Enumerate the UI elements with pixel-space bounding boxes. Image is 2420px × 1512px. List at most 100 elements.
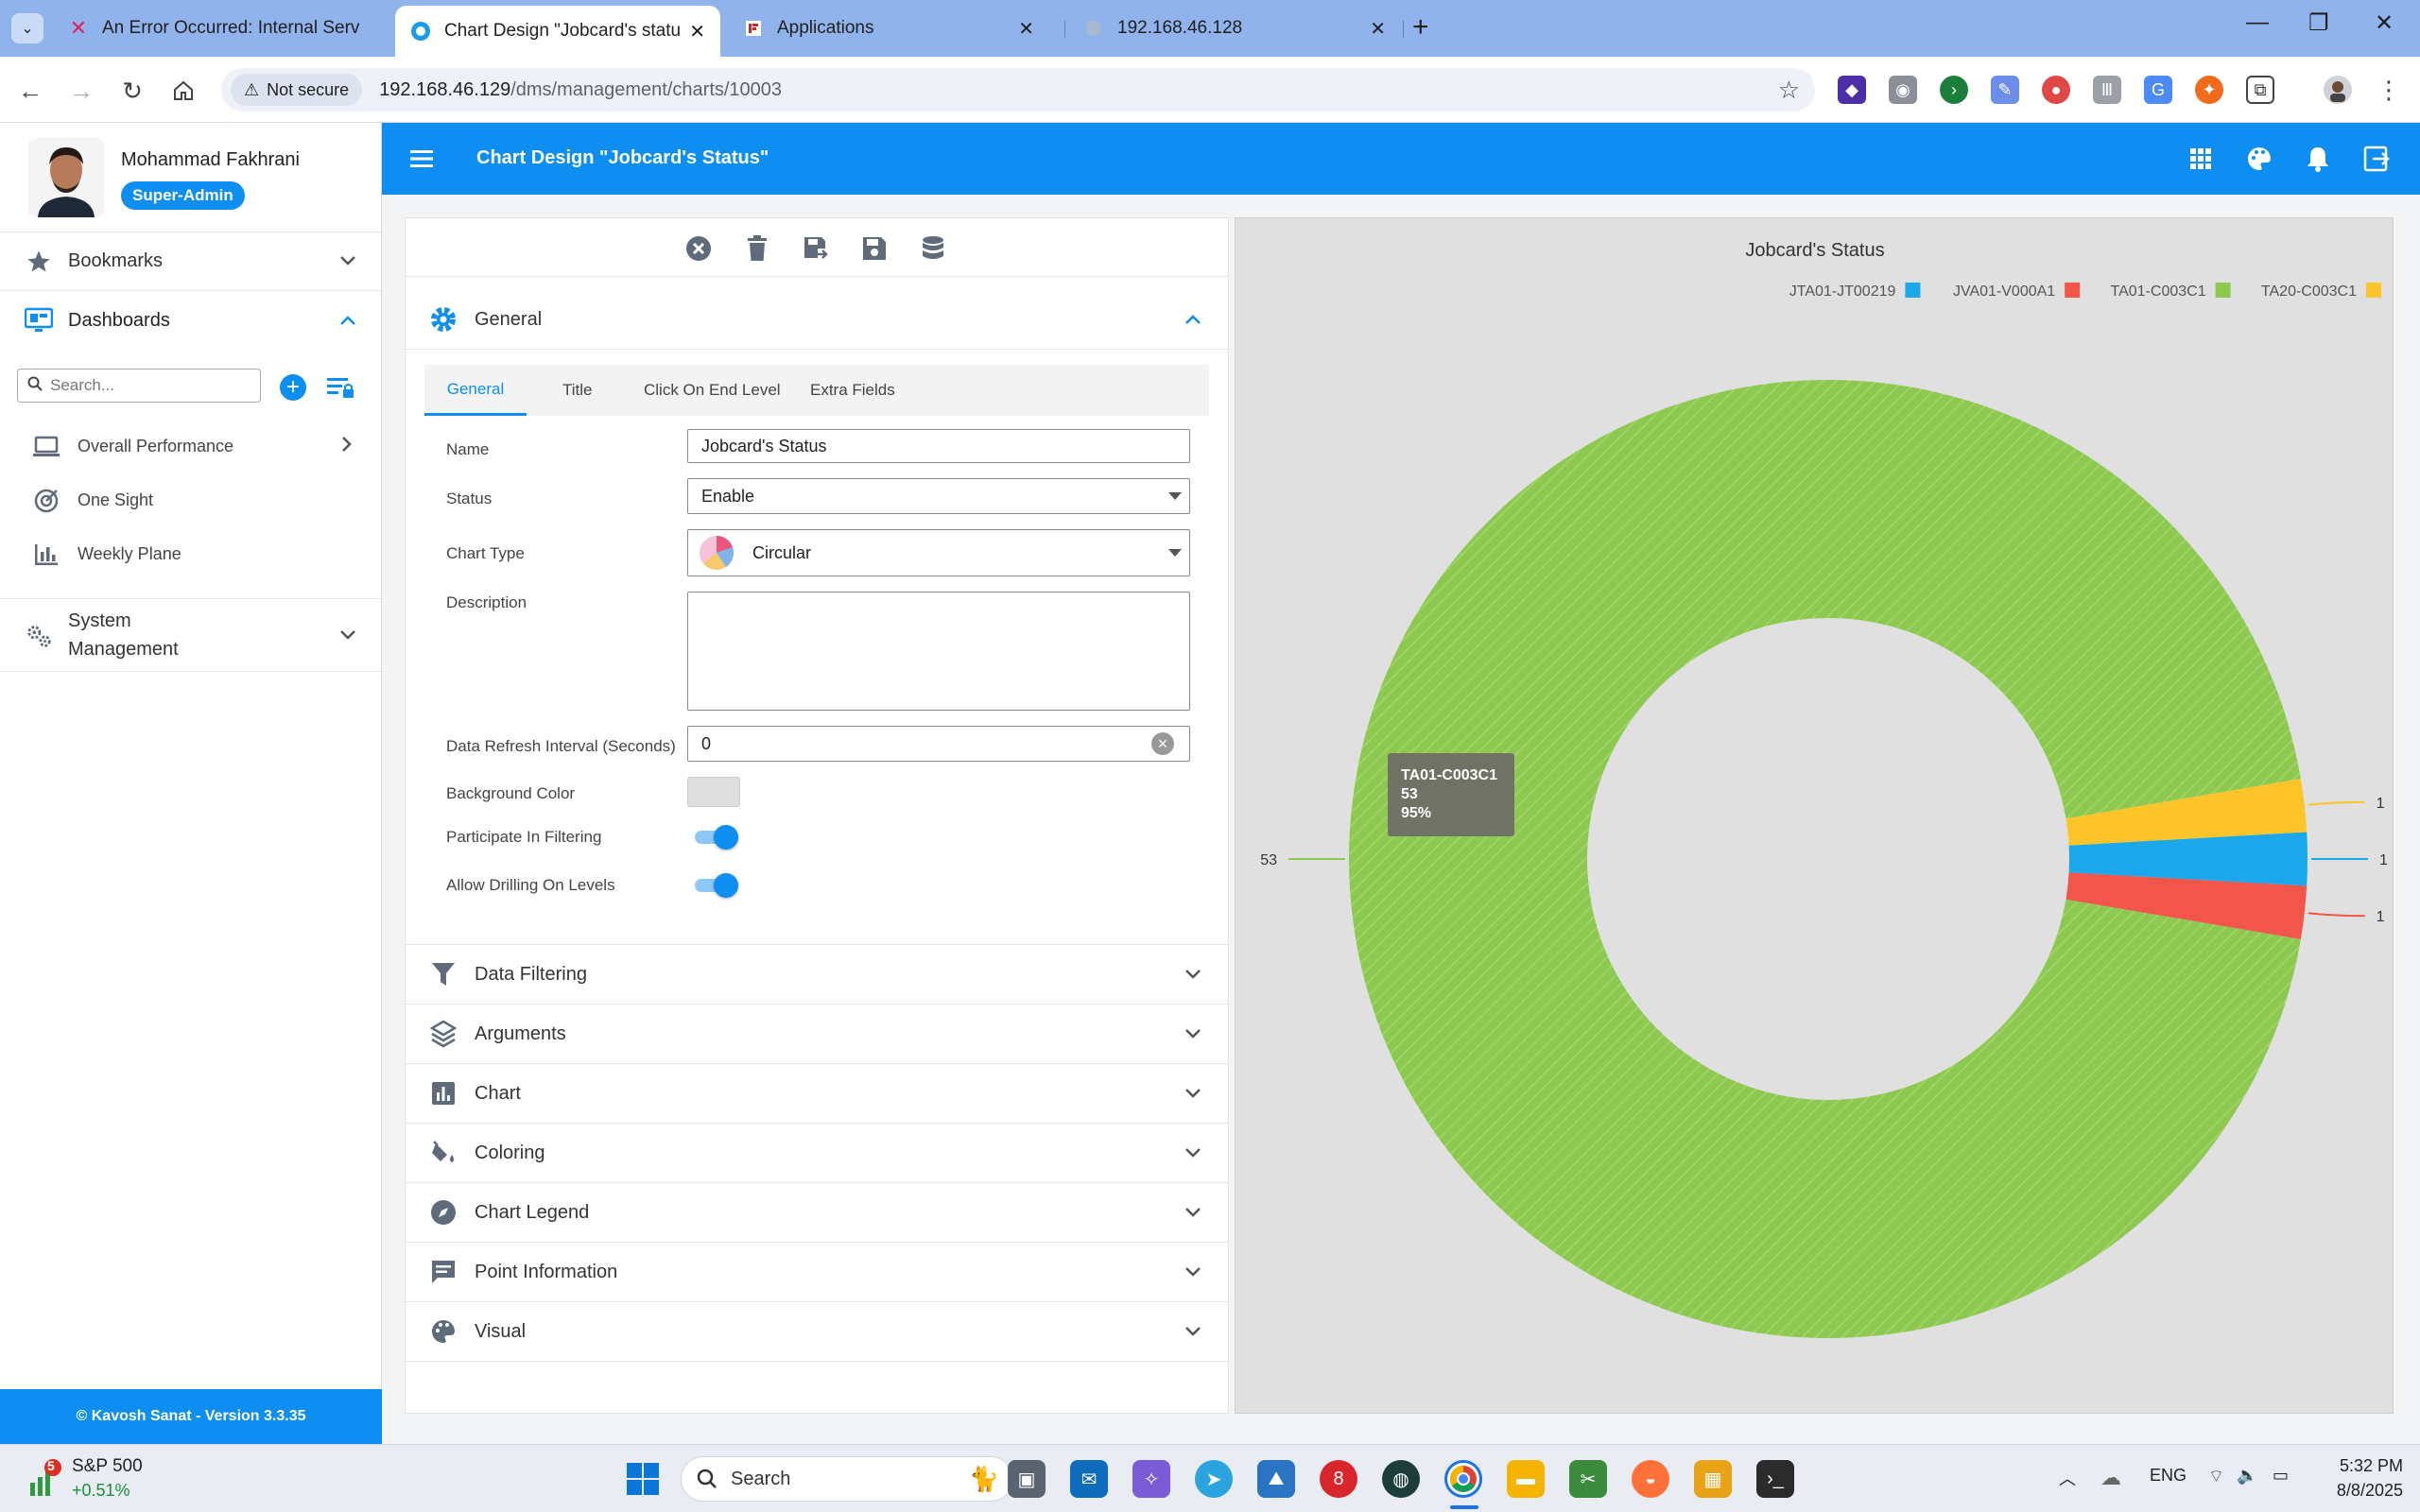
filter-lock-icon[interactable]: [325, 374, 355, 401]
restore-icon[interactable]: ❐: [2308, 9, 2329, 37]
app-box-icon[interactable]: ▦: [1694, 1460, 1732, 1498]
theme-palette-icon[interactable]: [2244, 144, 2274, 174]
tab-search-dropdown[interactable]: ⌄: [11, 13, 43, 43]
copilot-icon[interactable]: ✧: [1132, 1460, 1170, 1498]
browser-menu-icon[interactable]: ⋮: [2375, 76, 2403, 104]
legend-label-jva01-v000a1[interactable]: JVA01-V000A1: [1953, 284, 2055, 300]
status-select[interactable]: Enable: [687, 478, 1190, 514]
accordion-visual[interactable]: Visual: [406, 1302, 1228, 1362]
taskbar-search-box[interactable]: Search 🐈: [681, 1456, 1013, 1502]
terminal-icon[interactable]: ›_: [1756, 1460, 1794, 1498]
accordion-chart[interactable]: Chart: [406, 1064, 1228, 1124]
cancel-button[interactable]: [683, 233, 714, 264]
home-icon[interactable]: [166, 74, 200, 108]
chrome-icon[interactable]: [1444, 1460, 1482, 1498]
legend-label-ta01-c003c1[interactable]: TA01-C003C1: [2111, 284, 2206, 300]
battery-icon[interactable]: ▭: [2273, 1466, 2289, 1486]
participate-filtering-toggle[interactable]: [695, 825, 738, 850]
extensions-puzzle-icon[interactable]: ⧉: [2246, 76, 2274, 104]
background-color-swatch[interactable]: [687, 777, 740, 807]
extension-pen-icon[interactable]: ✎: [1991, 76, 2019, 104]
sidebar-section-dashboards[interactable]: Dashboards: [0, 291, 381, 350]
extension-translate-icon[interactable]: G: [2144, 76, 2172, 104]
sidebar-item-overall-performance[interactable]: Overall Performance: [0, 420, 381, 473]
close-tab-icon[interactable]: ✕: [1370, 17, 1386, 41]
legend-label-jta01-jt00219[interactable]: JTA01-JT00219: [1789, 284, 1896, 300]
accordion-arguments[interactable]: Arguments: [406, 1005, 1228, 1064]
language-indicator[interactable]: ENG: [2150, 1466, 2187, 1486]
tab-click-on-end-level[interactable]: Click On End Level: [644, 365, 781, 416]
url-text[interactable]: 192.168.46.129/dms/management/charts/100…: [379, 79, 782, 101]
volume-icon[interactable]: 🔈: [2237, 1466, 2257, 1486]
telegram-icon[interactable]: ➤: [1195, 1460, 1233, 1498]
bookmark-star-icon[interactable]: ☆: [1778, 76, 1800, 105]
browser-tab-ip[interactable]: 192.168.46.128 ✕: [1068, 8, 1401, 49]
reload-icon[interactable]: ↻: [115, 74, 149, 108]
tray-overflow-icon[interactable]: ︿: [2059, 1466, 2076, 1490]
windows-start-icon[interactable]: [624, 1460, 662, 1498]
browser-tab-applications[interactable]: Applications ✕: [728, 8, 1049, 49]
allow-drilling-toggle[interactable]: [695, 873, 738, 898]
save-as-button[interactable]: [801, 233, 831, 264]
delete-button[interactable]: [742, 233, 772, 264]
app-tools-icon[interactable]: ✂: [1569, 1460, 1607, 1498]
notifications-bell-icon[interactable]: [2303, 144, 2333, 174]
browser-tab-error[interactable]: ✕ An Error Occurred: Internal Serv: [53, 8, 388, 49]
search-input[interactable]: [50, 376, 239, 395]
close-window-icon[interactable]: ✕: [2375, 9, 2394, 37]
accordion-chart-legend[interactable]: Chart Legend: [406, 1183, 1228, 1243]
browser-tab-chart-design[interactable]: Chart Design "Jobcard's status" ✕: [395, 6, 720, 57]
legend-swatch-ta01-c003c1[interactable]: [2215, 283, 2231, 298]
photos-icon[interactable]: ⛰: [1257, 1460, 1295, 1498]
profile-avatar-icon[interactable]: [2324, 76, 2352, 104]
description-textarea[interactable]: [687, 592, 1190, 711]
avatar[interactable]: [28, 138, 104, 217]
close-tab-icon[interactable]: ✕: [1018, 17, 1034, 41]
file-explorer-icon[interactable]: ▬: [1507, 1460, 1545, 1498]
save-button[interactable]: [859, 233, 890, 264]
clock-date[interactable]: 8/8/2025: [2318, 1481, 2403, 1501]
sidebar-item-weekly-plane[interactable]: Weekly Plane: [0, 527, 381, 581]
minimize-icon[interactable]: —: [2246, 9, 2269, 36]
tab-title[interactable]: Title: [562, 365, 593, 416]
extension-recorder-icon[interactable]: ●: [2042, 76, 2070, 104]
legend-swatch-jva01-v000a1[interactable]: [2065, 283, 2081, 298]
apps-grid-icon[interactable]: [2186, 144, 2216, 174]
hamburger-menu-icon[interactable]: [408, 146, 435, 172]
outlook-icon[interactable]: ✉: [1070, 1460, 1108, 1498]
accordion-general[interactable]: General: [406, 290, 1228, 350]
wifi-icon[interactable]: ⌔: [2208, 1466, 2224, 1487]
sidebar-item-one-sight[interactable]: One Sight: [0, 473, 381, 527]
address-bar[interactable]: ⚠ Not secure 192.168.46.129/dms/manageme…: [221, 68, 1815, 112]
logout-icon[interactable]: [2361, 144, 2392, 174]
donut-chart[interactable]: Jobcard's Status TA20-C003C1 TA01-C003C1 J…: [1236, 218, 2394, 1415]
accordion-point-information[interactable]: Point Information: [406, 1243, 1228, 1302]
clock-time[interactable]: 5:32 PM: [2327, 1456, 2403, 1476]
stock-widget-icon[interactable]: [26, 1458, 64, 1500]
new-tab-icon[interactable]: +: [1412, 11, 1429, 43]
app-eight-icon[interactable]: 8: [1320, 1460, 1357, 1498]
task-view-icon[interactable]: ▣: [1008, 1460, 1046, 1498]
extension-layers-icon[interactable]: ◆: [1838, 76, 1866, 104]
accordion-data-filtering[interactable]: Data Filtering: [406, 945, 1228, 1005]
firefox-icon[interactable]: ◒: [1632, 1460, 1669, 1498]
chart-type-select[interactable]: Circular: [687, 529, 1190, 576]
tab-general[interactable]: General: [424, 365, 527, 416]
add-dashboard-button[interactable]: +: [280, 374, 306, 401]
app-globe-icon[interactable]: ◍: [1382, 1460, 1420, 1498]
stock-name[interactable]: S&P 500: [72, 1456, 143, 1477]
extension-arrow-icon[interactable]: ›: [1940, 76, 1968, 104]
not-secure-badge[interactable]: ⚠ Not secure: [231, 74, 363, 106]
legend-label-ta20-c003c1[interactable]: TA20-C003C1: [2261, 284, 2357, 300]
legend-swatch-jta01-jt00219[interactable]: [1905, 283, 1921, 298]
extension-orange-icon[interactable]: ✦: [2195, 76, 2223, 104]
database-icon[interactable]: [918, 233, 948, 264]
tab-extra-fields[interactable]: Extra Fields: [810, 365, 895, 416]
onedrive-icon[interactable]: ☁: [2100, 1466, 2121, 1490]
legend-swatch-ta20-c003c1[interactable]: [2366, 283, 2381, 298]
accordion-coloring[interactable]: Coloring: [406, 1124, 1228, 1183]
sidebar-section-system-management[interactable]: System Management: [0, 598, 381, 672]
refresh-interval-input[interactable]: 0 ×: [687, 726, 1190, 762]
extension-bars-icon[interactable]: Ⅲ: [2093, 76, 2121, 104]
name-field[interactable]: Jobcard's Status: [687, 429, 1190, 463]
